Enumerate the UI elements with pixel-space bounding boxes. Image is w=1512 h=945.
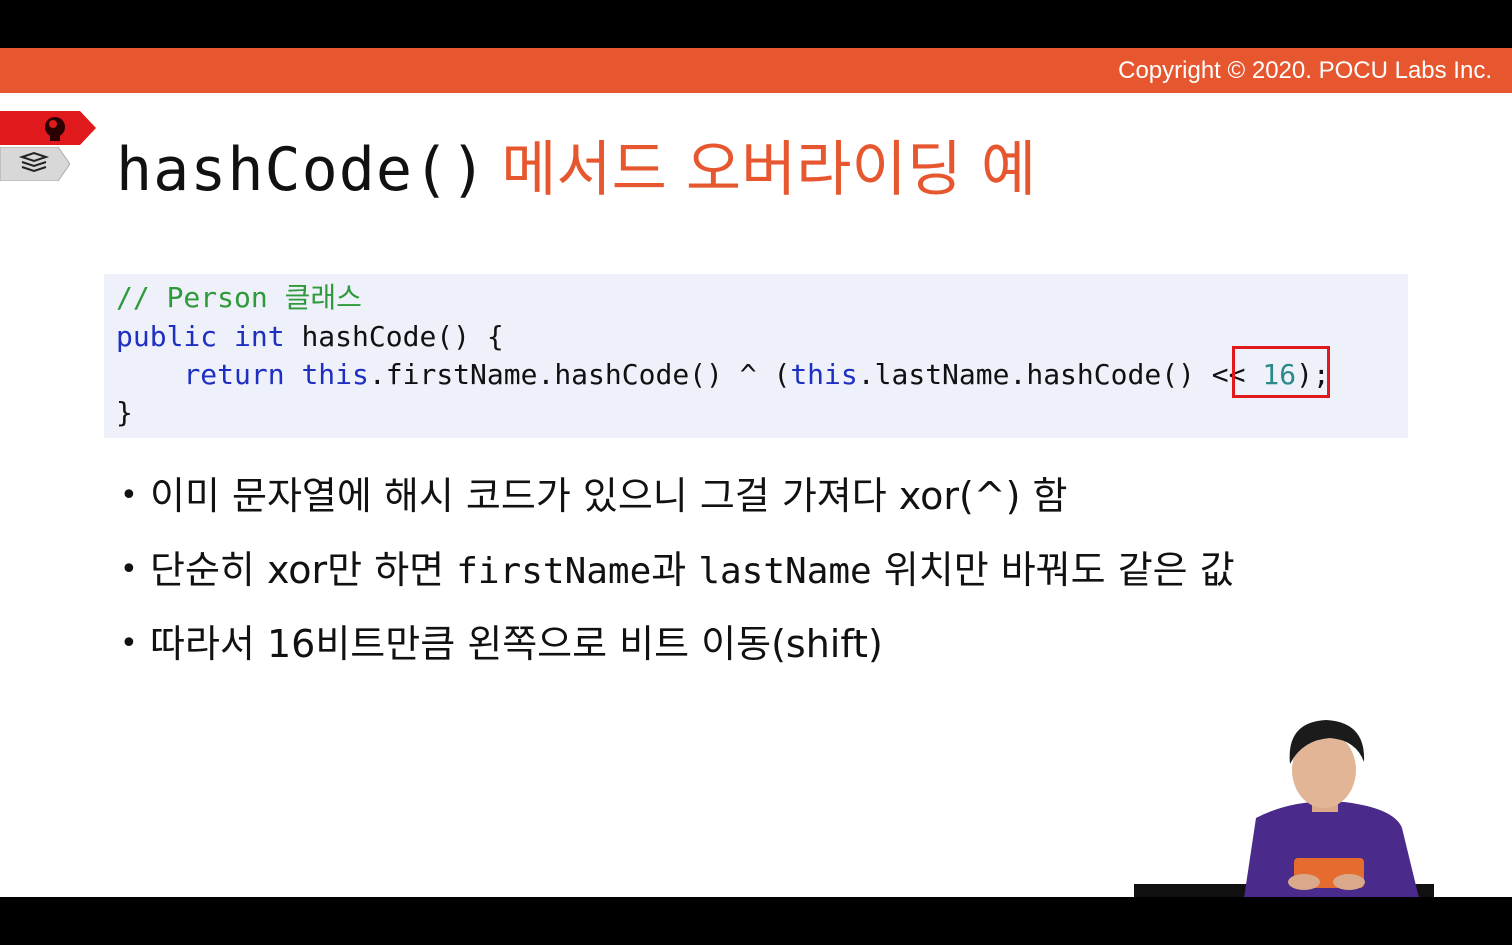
bullet-dot: •: [120, 478, 138, 513]
code-block: // Person 클래스 public int hashCode() { re…: [104, 274, 1408, 438]
code-text: .firstName.hashCode() ^ (: [368, 358, 791, 391]
slide: Copyright © 2020. POCU Labs Inc. hashCod…: [0, 48, 1512, 897]
kw-int: int: [234, 320, 285, 353]
bullet-text: 과: [651, 548, 699, 592]
code-line-3: return this.firstName.hashCode() ^ (this…: [116, 356, 1329, 394]
letterbox-bottom: [0, 897, 1512, 945]
shift-highlight-box: [1232, 346, 1330, 398]
code-text: }: [116, 396, 133, 429]
brain-head-icon: [0, 111, 96, 145]
kw-this: this: [301, 358, 369, 391]
bullet-dot: •: [120, 626, 138, 661]
title-text: 메서드 오버라이딩 예: [501, 135, 1037, 205]
bullet-item: • 이미 문자열에 해시 코드가 있으니 그걸 가져다 xor(^) 함: [120, 466, 1400, 540]
bullet-dot: •: [120, 552, 138, 587]
bullet-text: 이미 문자열에 해시 코드가 있으니 그걸 가져다 xor(^) 함: [150, 474, 1068, 518]
bullet-item: • 따라서 16비트만큼 왼쪽으로 비트 이동(shift): [120, 614, 1400, 688]
code-text: .lastName.hashCode() <<: [857, 358, 1263, 391]
inline-code: firstName: [456, 551, 652, 592]
bullet-item: • 단순히 xor만 하면 firstName과 lastName 위치만 바꿔도…: [120, 540, 1400, 614]
code-text: hashCode() {: [284, 320, 504, 353]
title-code: hashCode(): [116, 135, 488, 205]
code-line-4: }: [116, 394, 133, 432]
code-line-1: // Person 클래스: [116, 279, 362, 317]
letterbox-top: [0, 0, 1512, 48]
code-line-2: public int hashCode() {: [116, 318, 504, 356]
presenter-video: [1134, 698, 1464, 897]
header-band: Copyright © 2020. POCU Labs Inc.: [0, 48, 1512, 93]
bullet-text: 따라서 16비트만큼 왼쪽으로 비트 이동(shift): [150, 622, 883, 666]
bullet-text: 단순히 xor만 하면: [150, 548, 457, 592]
bullet-text: 위치만 바꿔도 같은 값: [871, 548, 1235, 592]
copyright-text: Copyright © 2020. POCU Labs Inc.: [1118, 57, 1492, 84]
kw-public: public: [116, 320, 218, 353]
kw-this: this: [790, 358, 858, 391]
inline-code: lastName: [698, 551, 872, 592]
bullet-list: • 이미 문자열에 해시 코드가 있으니 그걸 가져다 xor(^) 함 • 단순히…: [120, 466, 1400, 688]
code-comment: // Person 클래스: [116, 281, 362, 314]
book-stack-icon: [0, 147, 80, 181]
kw-return: return: [183, 358, 285, 391]
page-title: hashCode() 메서드 오버라이딩 예: [116, 130, 1036, 210]
